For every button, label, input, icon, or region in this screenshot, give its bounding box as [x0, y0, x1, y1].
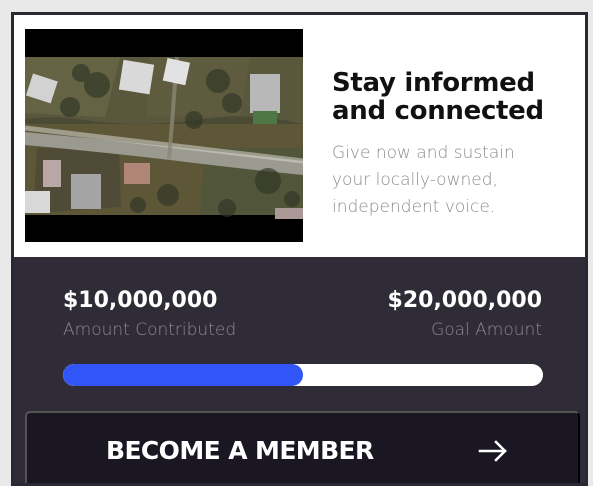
promo-description-line-3: independent voice.	[332, 197, 496, 217]
arrow-right-icon	[478, 440, 507, 462]
amount-contributed-stat: $10,000,000 Amount Contributed	[63, 288, 236, 341]
promo-copy: Stay informed and connected Give now and…	[332, 69, 552, 221]
goal-amount-stat: $20,000,000 Goal Amount	[388, 288, 542, 341]
aerial-village-image	[25, 29, 303, 242]
promo-title-line-1: Stay informed	[332, 68, 535, 98]
goal-amount: $20,000,000	[387, 288, 542, 313]
donation-widget: Stay informed and connected Give now and…	[11, 12, 588, 486]
promo-description: Give now and sustain your locally-owned,…	[332, 140, 552, 221]
aerial-video-thumbnail[interactable]	[25, 29, 303, 242]
contributed-amount: $10,000,000	[63, 288, 218, 313]
membership-promo: Stay informed and connected Give now and…	[25, 24, 580, 246]
funding-progress-bar	[63, 364, 543, 386]
contributed-label: Amount Contributed	[63, 320, 237, 340]
become-member-button[interactable]: BECOME A MEMBER	[25, 411, 580, 483]
goal-label: Goal Amount	[431, 320, 542, 340]
become-member-label: BECOME A MEMBER	[106, 436, 374, 465]
promo-description-line-2: your locally-owned,	[332, 170, 498, 190]
promo-title-line-2: and connected	[332, 96, 544, 126]
funding-progress-panel: $10,000,000 Amount Contributed $20,000,0…	[14, 257, 585, 483]
promo-description-line-1: Give now and sustain	[332, 143, 515, 163]
funding-progress-fill	[63, 364, 303, 386]
promo-title: Stay informed and connected	[332, 69, 552, 125]
